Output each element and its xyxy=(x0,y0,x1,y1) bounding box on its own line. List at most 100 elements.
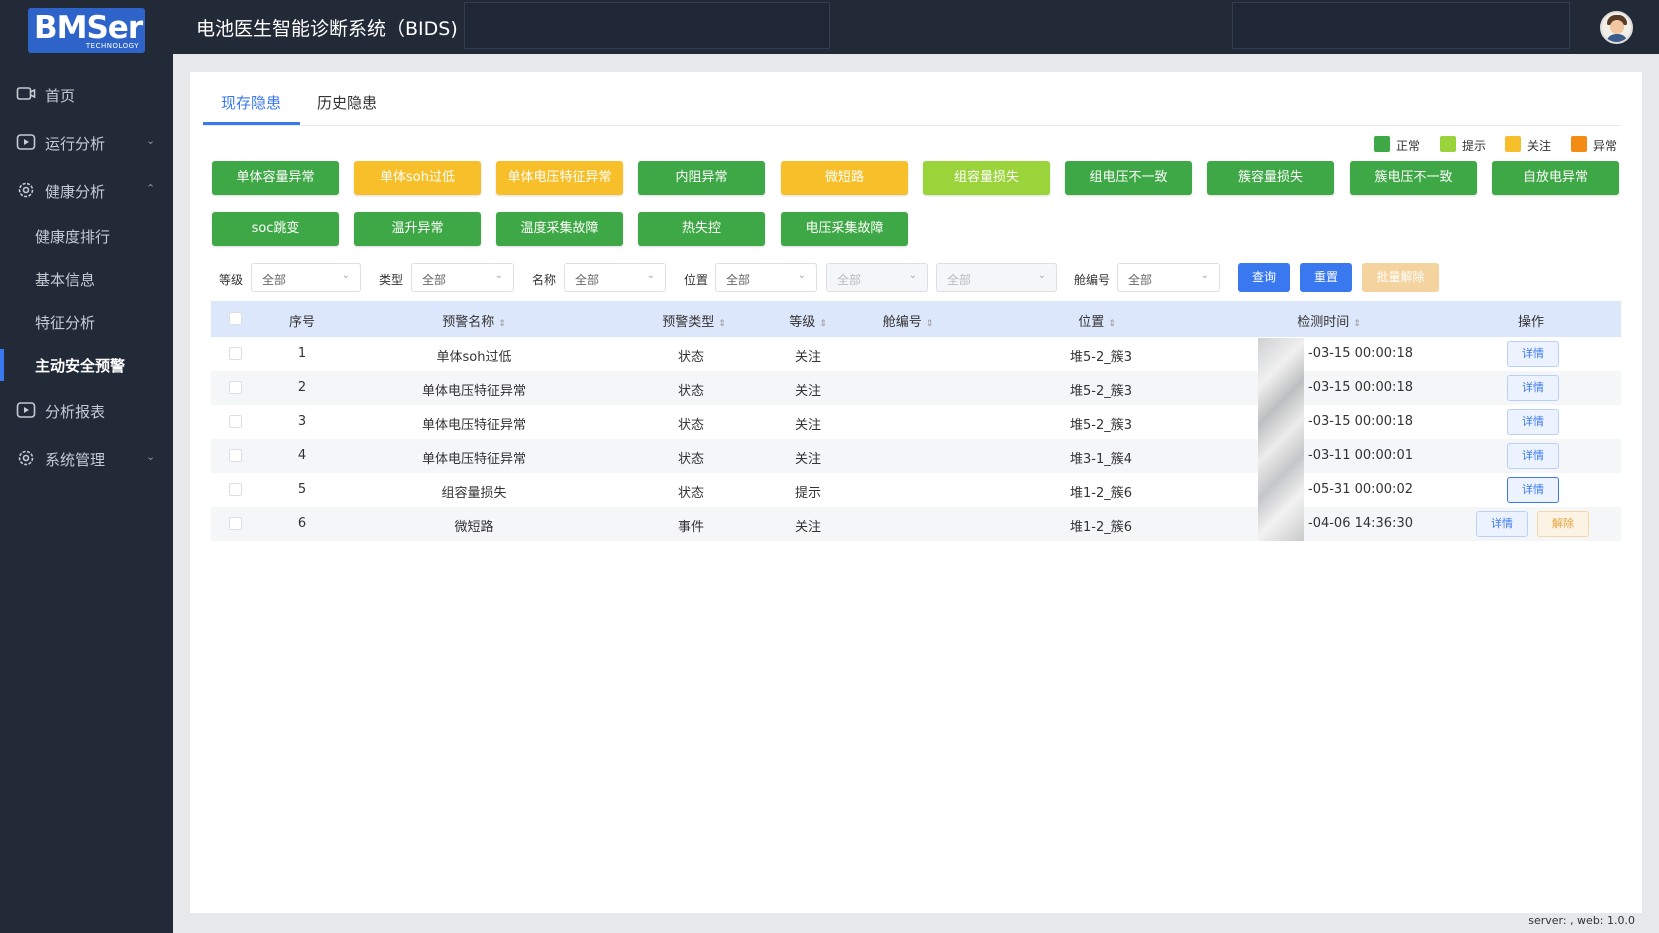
col-header-level[interactable]: 等级 ⇕ xyxy=(789,311,827,330)
tag-internal-resistance-abnormal[interactable]: 内阻异常 xyxy=(638,161,765,195)
legend-label: 关注 xyxy=(1527,139,1552,153)
cabin-filter-label: 舱编号 xyxy=(1074,273,1111,287)
cell-position: 堆5-2_簇3 xyxy=(1069,418,1133,433)
position-sub-select-2[interactable]: 全部 ⌄ xyxy=(936,263,1057,292)
select-value: 全部 xyxy=(422,273,447,287)
tag-group-capacity-loss[interactable]: 组容量损失 xyxy=(923,161,1050,195)
chevron-up-icon: ⌃ xyxy=(146,182,156,195)
sidebar-subitem-feature-analysis[interactable]: 特征分析 xyxy=(0,302,173,342)
tab-history-hazards[interactable]: 历史隐患 xyxy=(317,92,377,113)
sidebar-subitem-label: 健康度排行 xyxy=(35,228,111,246)
bmser-logo[interactable]: BMSer TECHNOLOGY xyxy=(28,8,145,53)
release-button[interactable]: 解除 xyxy=(1537,511,1589,537)
col-header-warning-name[interactable]: 预警名称 ⇕ xyxy=(442,311,506,330)
cell-detect-time: -03-11 00:00:01 xyxy=(1308,448,1413,463)
col-header-cabin-no[interactable]: 舱编号 ⇕ xyxy=(883,311,934,330)
row-checkbox[interactable] xyxy=(229,517,242,530)
cell-level: 提示 xyxy=(794,486,822,501)
cabin-select[interactable]: 全部 ⌄ xyxy=(1117,263,1220,292)
cell-position: 堆3-1_簇4 xyxy=(1069,452,1133,467)
tag-self-discharge-abnormal[interactable]: 自放电异常 xyxy=(1492,161,1619,195)
legend-label: 异常 xyxy=(1593,139,1618,153)
sidebar-item-system-management[interactable]: 系统管理 ⌄ xyxy=(0,438,173,478)
detail-button[interactable]: 详情 xyxy=(1476,511,1528,537)
tag-voltage-sampling-fault[interactable]: 电压采集故障 xyxy=(781,212,908,246)
sidebar-item-run-analysis[interactable]: 运行分析 ⌄ xyxy=(0,122,173,162)
tag-soc-jump[interactable]: soc跳变 xyxy=(212,212,339,246)
col-header-position[interactable]: 位置 ⇕ xyxy=(1078,311,1116,330)
cell-warning-type: 状态 xyxy=(677,350,705,365)
cell-warning-type: 事件 xyxy=(677,520,705,535)
detail-button[interactable]: 详情 xyxy=(1507,443,1559,469)
user-avatar[interactable] xyxy=(1600,11,1633,44)
tag-temperature-sampling-fault[interactable]: 温度采集故障 xyxy=(496,212,623,246)
row-checkbox[interactable] xyxy=(229,381,242,394)
tag-cluster-capacity-loss[interactable]: 簇容量损失 xyxy=(1207,161,1334,195)
name-select[interactable]: 全部 ⌄ xyxy=(564,263,666,292)
select-all-checkbox[interactable] xyxy=(229,312,242,325)
top-header: BMSer TECHNOLOGY 电池医生智能诊断系统（BIDS) xyxy=(0,0,1659,54)
type-filter-label: 类型 xyxy=(379,273,404,287)
tag-cell-soh-low[interactable]: 单体soh过低 xyxy=(354,161,481,195)
sidebar-item-health-analysis[interactable]: 健康分析 ⌃ xyxy=(0,170,173,210)
cell-warning-name: 单体电压特征异常 xyxy=(421,384,527,399)
cell-position: 堆1-2_簇6 xyxy=(1069,486,1133,501)
sidebar-subitem-basic-info[interactable]: 基本信息 xyxy=(0,259,173,299)
level-select[interactable]: 全部 ⌄ xyxy=(251,263,361,292)
legend-swatch xyxy=(1571,136,1587,152)
table-row: 3 单体电压特征异常 状态 关注 堆5-2_簇3 -03-15 00:00:18… xyxy=(211,405,1621,439)
table-row: 5 组容量损失 状态 提示 堆1-2_簇6 -05-31 00:00:02 详情 xyxy=(211,473,1621,507)
batch-release-button[interactable]: 批量解除 xyxy=(1362,263,1439,292)
legend-label: 提示 xyxy=(1462,139,1487,153)
legend-swatch xyxy=(1440,136,1456,152)
play-icon xyxy=(16,402,36,418)
tag-cluster-voltage-inconsistent[interactable]: 簇电压不一致 xyxy=(1350,161,1477,195)
position-select[interactable]: 全部 ⌄ xyxy=(715,263,817,292)
cell-warning-name: 单体电压特征异常 xyxy=(421,418,527,433)
row-checkbox[interactable] xyxy=(229,347,242,360)
cell-warning-name: 组容量损失 xyxy=(441,486,507,501)
sidebar-subitem-health-ranking[interactable]: 健康度排行 xyxy=(0,216,173,256)
col-header-detect-time[interactable]: 检测时间 ⇕ xyxy=(1297,311,1361,330)
table-row: 1 单体soh过低 状态 关注 堆5-2_簇3 -03-15 00:00:18 … xyxy=(211,337,1621,371)
type-select[interactable]: 全部 ⌄ xyxy=(411,263,514,292)
table-row: 2 单体电压特征异常 状态 关注 堆5-2_簇3 -03-15 00:00:18… xyxy=(211,371,1621,405)
detail-button[interactable]: 详情 xyxy=(1507,375,1559,401)
tag-cell-voltage-feature-abnormal[interactable]: 单体电压特征异常 xyxy=(496,161,623,195)
position-sub-select[interactable]: 全部 ⌄ xyxy=(826,263,928,292)
cell-warning-name: 微短路 xyxy=(454,520,494,535)
select-value: 全部 xyxy=(262,273,287,287)
sidebar-item-label: 健康分析 xyxy=(45,183,106,201)
sidebar-item-analysis-report[interactable]: 分析报表 xyxy=(0,390,173,430)
tag-group-voltage-inconsistent[interactable]: 组电压不一致 xyxy=(1065,161,1192,195)
tag-micro-short-circuit[interactable]: 微短路 xyxy=(781,161,908,195)
row-checkbox[interactable] xyxy=(229,483,242,496)
row-checkbox[interactable] xyxy=(229,449,242,462)
detail-button[interactable]: 详情 xyxy=(1507,409,1559,435)
tab-current-hazards[interactable]: 现存隐患 xyxy=(221,92,281,113)
detail-button[interactable]: 详情 xyxy=(1507,341,1559,367)
logo-subtext: TECHNOLOGY xyxy=(85,42,139,50)
cell-warning-type: 状态 xyxy=(677,418,705,433)
gear-icon xyxy=(18,182,34,198)
sidebar-item-home[interactable]: 首页 xyxy=(0,74,173,114)
position-filter-label: 位置 xyxy=(684,273,709,287)
sidebar-subitem-active-safety-warning[interactable]: 主动安全预警 xyxy=(0,345,173,385)
cell-no: 1 xyxy=(297,346,307,361)
query-button[interactable]: 查询 xyxy=(1238,263,1290,292)
row-checkbox[interactable] xyxy=(229,415,242,428)
select-value: 全部 xyxy=(575,273,600,287)
level-filter-label: 等级 xyxy=(219,273,244,287)
tag-cell-capacity-abnormal[interactable]: 单体容量异常 xyxy=(212,161,339,195)
tag-temperature-rise-abnormal[interactable]: 温升异常 xyxy=(354,212,481,246)
chevron-down-icon: ⌄ xyxy=(341,270,350,281)
tag-thermal-runaway[interactable]: 热失控 xyxy=(638,212,765,246)
chevron-down-icon: ⌄ xyxy=(797,270,806,281)
cell-level: 关注 xyxy=(794,384,822,399)
cell-warning-name: 单体soh过低 xyxy=(436,350,512,365)
detail-button[interactable]: 详情 xyxy=(1507,477,1559,503)
chevron-down-icon: ⌄ xyxy=(1200,270,1209,281)
col-header-warning-type[interactable]: 预警类型 ⇕ xyxy=(662,311,726,330)
reset-button[interactable]: 重置 xyxy=(1300,263,1352,292)
redacted-date-area xyxy=(1258,338,1304,541)
